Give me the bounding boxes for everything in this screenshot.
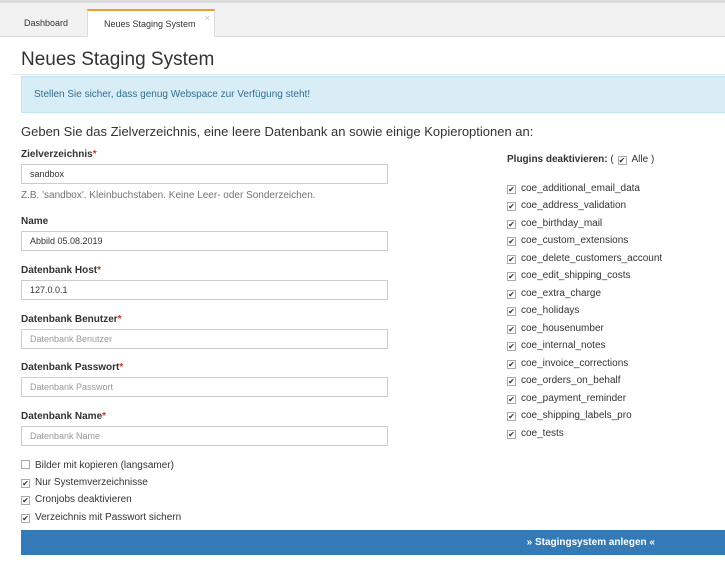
checkbox-checked[interactable]: ✔ xyxy=(507,307,516,316)
close-icon[interactable]: × xyxy=(205,5,210,31)
plugins-all-label: Alle ) xyxy=(631,154,655,165)
plugin-item[interactable]: ✔ coe_tests xyxy=(507,428,564,442)
option-verzeichnis-passwort[interactable]: ✔ Verzeichnis mit Passwort sichern xyxy=(21,512,181,526)
plugin-item[interactable]: ✔ coe_edit_shipping_costs xyxy=(507,270,631,284)
checkbox-checked[interactable]: ✔ xyxy=(21,514,30,523)
db-password-label: Datenbank Passwort* xyxy=(21,362,124,373)
plugin-item[interactable]: ✔ coe_holidays xyxy=(507,305,579,319)
checkbox-checked[interactable]: ✔ xyxy=(507,377,516,386)
option-cronjobs-deaktivieren[interactable]: ✔ Cronjobs deaktivieren xyxy=(21,494,132,508)
plugin-item[interactable]: ✔ coe_housenumber xyxy=(507,323,604,337)
plugin-item[interactable]: ✔ coe_orders_on_behalf xyxy=(507,375,621,389)
checkbox-checked[interactable]: ✔ xyxy=(507,220,516,229)
plugin-item[interactable]: ✔ coe_invoice_corrections xyxy=(507,358,628,372)
plugin-item[interactable]: ✔ coe_payment_reminder xyxy=(507,393,626,407)
plugin-item[interactable]: ✔ coe_internal_notes xyxy=(507,340,606,354)
option-nur-systemverzeichnisse[interactable]: ✔ Nur Systemverzeichnisse xyxy=(21,477,148,491)
info-alert: Stellen Sie sicher, dass genug Webspace … xyxy=(21,76,725,113)
plugin-item[interactable]: ✔ coe_additional_email_data xyxy=(507,183,640,197)
db-name-label: Datenbank Name* xyxy=(21,411,107,422)
checkbox-checked[interactable]: ✔ xyxy=(507,395,516,404)
zielverzeichnis-input[interactable] xyxy=(21,164,388,184)
tab-neues-staging-system[interactable]: Neues Staging System × xyxy=(87,9,215,37)
plugins-all-checkbox[interactable]: ✔ xyxy=(617,156,627,165)
checkbox-checked[interactable]: ✔ xyxy=(507,325,516,334)
db-name-input[interactable] xyxy=(21,426,388,446)
checkbox-checked[interactable]: ✔ xyxy=(507,342,516,351)
option-bilder-kopieren[interactable]: Bilder mit kopieren (langsamer) xyxy=(21,460,174,474)
checkbox-checked[interactable]: ✔ xyxy=(507,430,516,439)
db-host-input[interactable] xyxy=(21,280,388,300)
tab-dashboard[interactable]: Dashboard xyxy=(12,9,87,37)
db-user-label: Datenbank Benutzer* xyxy=(21,314,122,325)
checkbox-checked[interactable]: ✔ xyxy=(507,360,516,369)
checkbox[interactable] xyxy=(21,460,30,469)
db-host-label: Datenbank Host* xyxy=(21,265,102,276)
tab-bar: Dashboard Neues Staging System × xyxy=(0,0,725,37)
plugin-item[interactable]: ✔ coe_birthday_mail xyxy=(507,218,602,232)
help-text: Z.B. 'sandbox'. Kleinbuchstaben. Keine L… xyxy=(21,190,316,201)
checkbox-checked[interactable]: ✔ xyxy=(507,412,516,421)
name-label: Name xyxy=(21,216,49,227)
checkbox-checked[interactable]: ✔ xyxy=(507,255,516,264)
plugin-item[interactable]: ✔ coe_custom_extensions xyxy=(507,235,628,249)
tab-label: Dashboard xyxy=(24,18,69,28)
tab-label: Neues Staging System xyxy=(104,19,196,29)
title-divider xyxy=(12,74,725,75)
page-title: Neues Staging System xyxy=(21,49,215,70)
plugin-item[interactable]: ✔ coe_delete_customers_account xyxy=(507,253,662,267)
checkbox-checked[interactable]: ✔ xyxy=(21,479,30,488)
instruction-text: Geben Sie das Zielverzeichnis, eine leer… xyxy=(21,124,534,139)
plugin-item[interactable]: ✔ coe_extra_charge xyxy=(507,288,601,302)
name-input[interactable] xyxy=(21,231,388,251)
plugin-item[interactable]: ✔ coe_shipping_labels_pro xyxy=(507,410,632,424)
top-border xyxy=(0,0,725,3)
plugins-heading: Plugins deaktivieren: ( ✔ Alle ) xyxy=(507,154,655,165)
checkbox-checked[interactable]: ✔ xyxy=(507,202,516,211)
db-user-input[interactable] xyxy=(21,329,388,349)
checkbox-checked[interactable]: ✔ xyxy=(507,290,516,299)
checkbox-checked[interactable]: ✔ xyxy=(507,237,516,246)
zielverzeichnis-label: Zielverzeichnis* xyxy=(21,149,97,160)
checkbox-checked[interactable]: ✔ xyxy=(21,496,30,505)
checkbox-checked[interactable]: ✔ xyxy=(507,185,516,194)
db-password-input[interactable] xyxy=(21,377,388,397)
create-staging-button[interactable]: » Stagingsystem anlegen « xyxy=(21,530,725,555)
plugin-item[interactable]: ✔ coe_address_validation xyxy=(507,200,626,214)
checkbox-checked[interactable]: ✔ xyxy=(507,272,516,281)
